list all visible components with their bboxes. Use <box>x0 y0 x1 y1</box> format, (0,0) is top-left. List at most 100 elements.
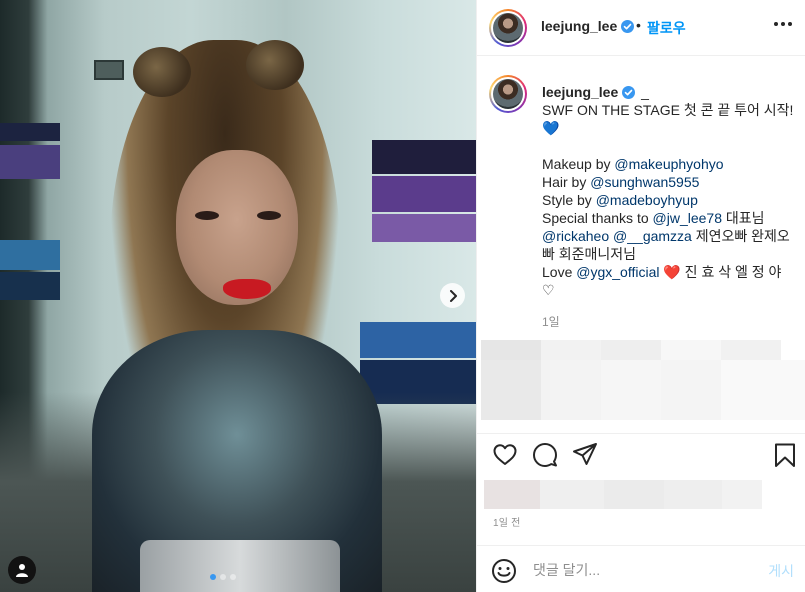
caption-hair-prefix: Hair by <box>542 174 591 190</box>
blur-block <box>481 340 541 360</box>
caption-area: leejung_lee _ SWF ON THE STAGE 첫 콘 끝 투어 … <box>477 57 805 433</box>
caption-avatar-frame <box>491 77 525 111</box>
carousel-dot <box>220 574 226 580</box>
blur-block <box>604 480 664 509</box>
caption-style-prefix: Style by <box>542 192 596 208</box>
post-side-panel: leejung_lee • 팔로우 leejung_lee _ SWF ON T… <box>476 0 805 592</box>
blur-block <box>601 360 661 420</box>
blur-block <box>541 340 601 360</box>
next-slide-button[interactable] <box>440 283 465 308</box>
heart-icon[interactable] <box>492 442 518 468</box>
caption-thanks-prefix: Special thanks to <box>542 210 653 226</box>
blur-block <box>601 340 661 360</box>
post-caption: leejung_lee _ SWF ON THE STAGE 첫 콘 끝 투어 … <box>542 83 794 299</box>
carousel-dot <box>230 574 236 580</box>
mention-makeuphyohyo[interactable]: @makeuphyohyo <box>614 156 723 172</box>
wall-stripe-navy-left <box>0 123 60 141</box>
wall-stripe-navy-right <box>372 140 476 174</box>
comment-input[interactable] <box>533 560 743 580</box>
blurred-comment <box>481 360 805 420</box>
blur-block <box>481 360 541 420</box>
red-heart-emoji: ❤️ <box>663 264 681 280</box>
caption-love-prefix: Love <box>542 264 577 280</box>
carousel-indicator <box>210 574 236 580</box>
blur-block <box>722 480 762 509</box>
blur-block <box>661 360 721 420</box>
wall-stripe-purple-left <box>0 145 60 179</box>
wall-stripe-navy-left-2 <box>0 272 60 300</box>
caption-hair-line: Hair by @sunghwan5955 <box>542 173 794 191</box>
mention-sunghwan5955[interactable]: @sunghwan5955 <box>590 174 699 190</box>
bookmark-icon[interactable] <box>772 442 798 468</box>
blurred-comment <box>481 340 781 360</box>
caption-style-line: Style by @madeboyhyup <box>542 191 794 209</box>
wall-stripe-blue-right <box>360 322 476 358</box>
wall-stripe-purple-right <box>372 176 476 212</box>
caption-line-2: SWF ON THE STAGE 첫 콘 끝 투어 시작! <box>542 102 794 118</box>
more-dot <box>781 22 785 26</box>
mention-jw-lee78[interactable]: @jw_lee78 <box>653 210 722 226</box>
mention-rickaheo[interactable]: @rickaheo <box>542 228 609 244</box>
wall-stripe-violet-right <box>372 214 476 242</box>
avatar-frame <box>491 11 525 45</box>
hair-bun-right <box>246 40 304 90</box>
more-dot <box>788 22 792 26</box>
caption-username[interactable]: leejung_lee <box>542 84 636 100</box>
caption-makeup-line: Makeup by @makeuphyohyo <box>542 155 794 173</box>
carousel-dot-active <box>210 574 216 580</box>
blur-block <box>484 480 540 509</box>
mention-ygx-official[interactable]: @ygx_official <box>576 264 659 280</box>
avatar[interactable] <box>489 9 527 47</box>
caption-thanks-line: Special thanks to @jw_lee78 대표님 <box>542 209 794 227</box>
caption-staff-line-2: 빠 회준매니저님 <box>542 246 637 262</box>
comment-icon[interactable] <box>532 442 558 468</box>
post-date: 1일 전 <box>493 518 521 529</box>
caption-username-text[interactable]: leejung_lee <box>542 84 618 100</box>
chevron-right-icon <box>449 289 457 302</box>
blue-heart-emoji: 💙 <box>542 120 560 136</box>
outfit-skirt <box>140 540 340 592</box>
blur-block <box>540 480 604 509</box>
mention-gamzza[interactable]: @__gamzza <box>613 228 692 244</box>
blur-block <box>541 360 601 420</box>
caption-line-1: leejung_lee _ <box>542 83 794 101</box>
post-comment-button[interactable]: 게시 <box>768 561 794 581</box>
header-username-text[interactable]: leejung_lee <box>541 18 617 34</box>
share-icon[interactable] <box>572 442 598 468</box>
white-heart-emoji: ♡ <box>542 282 555 298</box>
follow-button[interactable]: 팔로우 <box>647 18 686 38</box>
avatar-image <box>493 13 523 43</box>
caption-staff-line: @rickaheo @__gamzza 제연오빠 완제오 <box>542 227 794 245</box>
header-username[interactable]: leejung_lee <box>541 18 635 34</box>
user-tags-button[interactable] <box>8 556 36 584</box>
more-dot <box>774 22 778 26</box>
caption-makeup-prefix: Makeup by <box>542 156 615 172</box>
comment-box: 게시 <box>477 545 805 592</box>
door-sign <box>94 60 124 80</box>
caption-love-line: Love @ygx_official ❤️ 진 효 삭 엘 정 야 <box>542 263 794 281</box>
eye-left <box>195 211 219 220</box>
lips <box>223 279 271 299</box>
caption-avatar-image <box>493 79 523 109</box>
post-photo[interactable] <box>0 0 476 592</box>
blur-block <box>661 340 721 360</box>
more-options-icon[interactable] <box>774 22 792 26</box>
eye-right <box>257 211 281 220</box>
blurred-likes <box>484 480 762 509</box>
caption-avatar[interactable] <box>489 75 527 113</box>
caption-time-ago: 1일 <box>542 315 560 329</box>
emoji-icon[interactable] <box>491 558 517 584</box>
post-header: leejung_lee • 팔로우 <box>477 0 805 56</box>
header-separator: • <box>636 17 641 33</box>
caption-staff-suffix: 제연오빠 완제오 <box>691 228 790 244</box>
post-actions <box>477 433 805 475</box>
wall-stripe-blue-left <box>0 240 60 270</box>
blur-block <box>721 340 781 360</box>
blur-block <box>721 360 805 420</box>
blur-block <box>664 480 722 509</box>
caption-love-suffix: 진 효 삭 엘 정 야 <box>680 264 782 280</box>
mention-madeboyhyup[interactable]: @madeboyhyup <box>596 192 698 208</box>
verified-badge-icon <box>622 86 636 99</box>
user-icon <box>16 564 28 577</box>
